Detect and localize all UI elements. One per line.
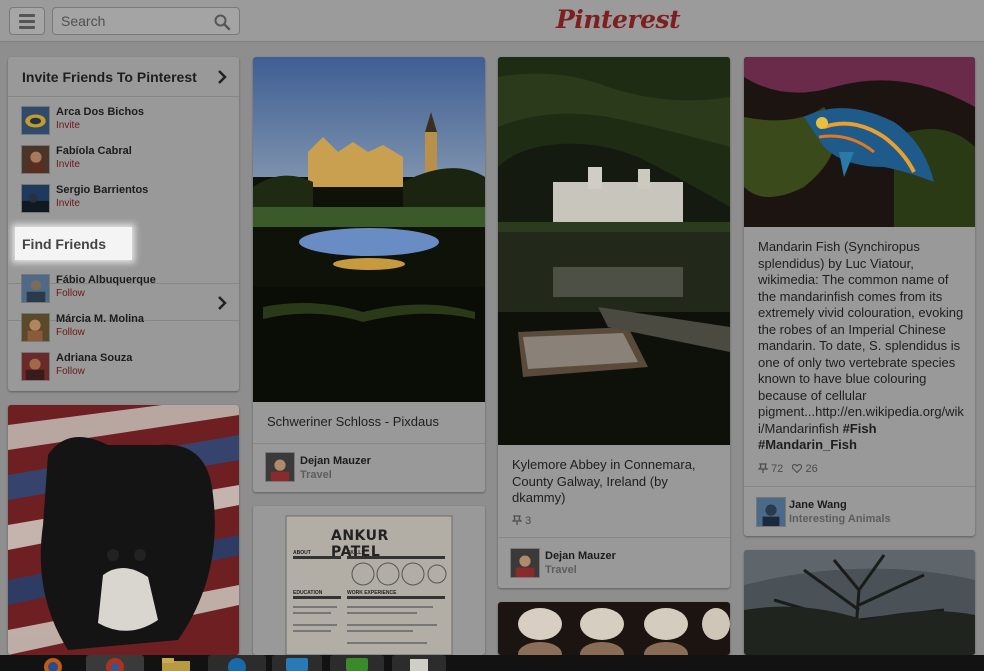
repin-count: 72 (771, 463, 784, 475)
pin-icon (511, 515, 523, 525)
follow-link[interactable]: Follow (56, 327, 85, 338)
search-icon[interactable] (213, 13, 231, 31)
board-name[interactable]: Travel (545, 564, 577, 576)
hamburger-icon (19, 13, 35, 17)
chevron-right-icon (218, 70, 227, 84)
avatar[interactable] (265, 452, 295, 482)
invite-friends-title: Invite Friends To Pinterest (22, 69, 197, 85)
pin-card[interactable]: ANKUR PATEL ABOUT SKILLS EDUCATION WORK … (253, 506, 485, 655)
pinner-name[interactable]: Dejan Mauzer (300, 455, 371, 467)
pin-description: Mandarin Fish (Synchiropus splendidus) b… (758, 239, 964, 452)
pin-card[interactable] (744, 550, 975, 655)
find-friends-title: Find Friends (22, 236, 106, 252)
pin-image[interactable] (8, 405, 239, 655)
pin-image[interactable] (253, 57, 485, 402)
board-name[interactable]: Interesting Animals (789, 513, 891, 525)
person-name[interactable]: Fábio Albuquerque (56, 274, 156, 286)
pin-image[interactable] (744, 57, 975, 227)
evernote-icon[interactable] (330, 655, 384, 671)
person-name[interactable]: Fabíola Cabral (56, 145, 132, 157)
resume-section: ABOUT (293, 550, 311, 556)
board-name[interactable]: Travel (300, 469, 332, 481)
person-name[interactable]: Sergio Barrientos (56, 184, 148, 196)
pin-description: Schweriner Schloss - Pixdaus (267, 414, 439, 429)
avatar[interactable] (21, 274, 50, 303)
pin-image[interactable] (744, 550, 975, 655)
person-name[interactable]: Márcia M. Molina (56, 313, 144, 325)
friends-panel: Invite Friends To Pinterest Arca Dos Bic… (8, 57, 239, 391)
like-count: 26 (805, 463, 818, 475)
pin-image[interactable] (498, 602, 730, 655)
pinner-name[interactable]: Dejan Mauzer (545, 550, 616, 562)
pin-card[interactable] (8, 405, 239, 655)
firefox-icon[interactable] (38, 655, 68, 671)
pin-icon (757, 463, 769, 473)
person-name[interactable]: Arca Dos Bichos (56, 106, 144, 118)
search-input[interactable] (53, 8, 203, 34)
resume-section: WORK EXPERIENCE (347, 590, 397, 596)
follow-link[interactable]: Follow (56, 366, 85, 377)
app-icon[interactable] (392, 655, 446, 671)
resume-section: SKILLS (347, 550, 365, 556)
header-bar: Pinterest (0, 0, 984, 42)
hashtag-link[interactable]: #Mandarin_Fish (758, 437, 857, 452)
folder-icon[interactable] (158, 655, 194, 671)
suggested-person: Adriana Souza Follow (21, 350, 236, 382)
avatar[interactable] (21, 184, 50, 213)
heart-icon (792, 464, 803, 474)
avatar[interactable] (21, 145, 50, 174)
find-friends-button[interactable]: Find Friends (15, 227, 132, 260)
avatar[interactable] (21, 106, 50, 135)
invite-person: Arca Dos Bichos Invite (21, 104, 236, 136)
resume-section: EDUCATION (293, 590, 323, 596)
invite-link[interactable]: Invite (56, 198, 80, 209)
menu-button[interactable] (9, 7, 45, 35)
avatar[interactable] (510, 548, 540, 578)
invite-link[interactable]: Invite (56, 120, 80, 131)
suggested-person: Márcia M. Molina Follow (21, 311, 236, 343)
invite-person: Fabíola Cabral Invite (21, 143, 236, 175)
pin-stats: 72 26 (757, 463, 818, 475)
invite-friends-header[interactable]: Invite Friends To Pinterest (8, 57, 239, 97)
avatar[interactable] (21, 313, 50, 342)
avatar[interactable] (756, 497, 786, 527)
invite-link[interactable]: Invite (56, 159, 80, 170)
pin-card[interactable]: Mandarin Fish (Synchiropus splendidus) b… (744, 57, 975, 536)
pinterest-logo[interactable]: Pinterest (556, 4, 681, 36)
os-taskbar (0, 655, 984, 671)
suggested-person: Fábio Albuquerque Follow (21, 272, 236, 304)
pin-image[interactable] (498, 57, 730, 445)
pin-description: Kylemore Abbey in Connemara, County Galw… (512, 457, 696, 505)
resume-name: ANKUR PATEL (331, 528, 389, 560)
pin-card[interactable]: Schweriner Schloss - Pixdaus Dejan Mauze… (253, 57, 485, 492)
invite-person: Sergio Barrientos Invite (21, 182, 236, 214)
pin-card[interactable]: Kylemore Abbey in Connemara, County Galw… (498, 57, 730, 588)
hashtag-link[interactable]: #Fish (843, 421, 877, 436)
search-box[interactable] (52, 7, 240, 35)
twitter-icon[interactable] (272, 655, 322, 671)
skype-icon[interactable] (208, 655, 266, 671)
repin-count: 3 (511, 515, 531, 527)
person-name[interactable]: Adriana Souza (56, 352, 132, 364)
pin-card[interactable] (498, 602, 730, 655)
follow-link[interactable]: Follow (56, 288, 85, 299)
pinner-name[interactable]: Jane Wang (789, 499, 847, 511)
avatar[interactable] (21, 352, 50, 381)
chrome-icon[interactable] (86, 655, 144, 671)
